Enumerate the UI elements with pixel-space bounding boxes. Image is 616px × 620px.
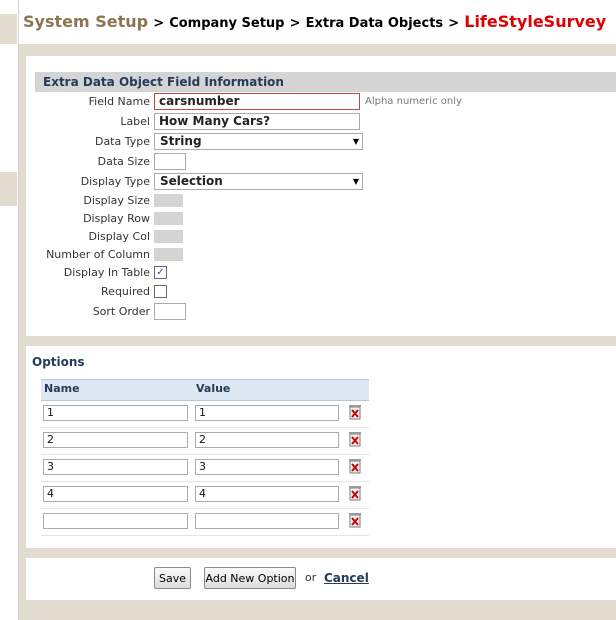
label-label: Label	[120, 115, 150, 128]
option-name-input[interactable]	[43, 513, 188, 529]
display-size-input-disabled	[154, 194, 183, 207]
add-new-option-button[interactable]: Add New Option	[204, 567, 296, 589]
chevron-down-icon: ▼	[352, 177, 359, 186]
data-type-value: String	[160, 134, 202, 148]
column-header-name: Name	[44, 382, 80, 395]
required-row: Required	[26, 283, 616, 303]
option-value-input[interactable]: 3	[195, 459, 339, 475]
option-value-input[interactable]	[195, 513, 339, 529]
data-type-row: Data Type String ▼	[26, 133, 616, 153]
display-col-row: Display Col	[26, 228, 616, 248]
display-type-select[interactable]: Selection ▼	[154, 173, 363, 190]
section-header: Extra Data Object Field Information	[35, 72, 616, 92]
left-nav-tab[interactable]	[0, 172, 17, 206]
display-col-input-disabled	[154, 230, 183, 243]
options-panel: Options Name Value 1 1 2 2 3 3 4 4	[26, 346, 616, 548]
data-size-input[interactable]	[154, 153, 186, 170]
sort-order-row: Sort Order	[26, 303, 616, 323]
label-input[interactable]: How Many Cars?	[154, 113, 360, 130]
delete-icon[interactable]	[348, 512, 362, 528]
save-button[interactable]: Save	[154, 567, 191, 589]
breadcrumb-separator: >	[153, 16, 165, 31]
breadcrumb-company-setup[interactable]: Company Setup	[169, 16, 284, 31]
display-row-label: Display Row	[83, 212, 150, 225]
option-value-input[interactable]: 2	[195, 432, 339, 448]
number-of-column-label: Number of Column	[46, 248, 150, 261]
display-size-label: Display Size	[83, 194, 150, 207]
chevron-down-icon: ▼	[352, 137, 359, 146]
cancel-link[interactable]: Cancel	[324, 571, 369, 585]
main-content: System Setup > Company Setup > Extra Dat…	[19, 0, 616, 620]
checkmark-icon: ✓	[156, 267, 165, 278]
field-info-panel: Extra Data Object Field Information Fiel…	[26, 56, 616, 336]
left-nav-tab[interactable]	[0, 14, 17, 44]
breadcrumb-separator: >	[289, 16, 301, 31]
breadcrumb-separator: >	[448, 16, 460, 31]
option-name-input[interactable]: 4	[43, 486, 188, 502]
option-row	[41, 508, 369, 536]
display-type-label: Display Type	[80, 175, 150, 188]
display-row-row: Display Row	[26, 210, 616, 230]
option-name-input[interactable]: 3	[43, 459, 188, 475]
display-row-input-disabled	[154, 212, 183, 225]
display-size-row: Display Size	[26, 192, 616, 212]
delete-icon[interactable]	[348, 404, 362, 420]
label-row: Label How Many Cars?	[26, 113, 616, 133]
sort-order-label: Sort Order	[92, 305, 150, 318]
required-label: Required	[101, 285, 150, 298]
left-nav-strip	[0, 0, 19, 620]
delete-icon[interactable]	[348, 431, 362, 447]
display-col-label: Display Col	[88, 230, 150, 243]
data-size-row: Data Size	[26, 153, 616, 173]
breadcrumb-system-setup[interactable]: System Setup	[23, 12, 148, 31]
delete-icon[interactable]	[348, 485, 362, 501]
option-value-input[interactable]: 4	[195, 486, 339, 502]
number-of-column-row: Number of Column	[26, 246, 616, 266]
option-name-input[interactable]: 2	[43, 432, 188, 448]
sort-order-input[interactable]	[154, 303, 186, 320]
option-row: 4 4	[41, 481, 369, 509]
breadcrumb: System Setup > Company Setup > Extra Dat…	[19, 0, 616, 44]
field-name-input[interactable]: carsnumber	[154, 93, 360, 110]
column-header-value: Value	[196, 382, 231, 395]
option-value-input[interactable]: 1	[195, 405, 339, 421]
option-row: 3 3	[41, 454, 369, 482]
delete-icon[interactable]	[348, 458, 362, 474]
field-name-label: Field Name	[88, 95, 150, 108]
option-row: 1 1	[41, 400, 369, 428]
display-in-table-row: Display In Table ✓	[26, 264, 616, 284]
breadcrumb-trail: System Setup > Company Setup > Extra Dat…	[23, 12, 606, 31]
data-size-label: Data Size	[97, 155, 150, 168]
or-text: or	[305, 571, 317, 584]
display-type-value: Selection	[160, 174, 223, 188]
actions-panel: Save Add New Option or Cancel	[26, 558, 616, 600]
display-type-row: Display Type Selection ▼	[26, 173, 616, 193]
required-checkbox[interactable]	[154, 285, 167, 298]
option-name-input[interactable]: 1	[43, 405, 188, 421]
number-of-column-input-disabled	[154, 248, 183, 261]
data-type-label: Data Type	[94, 135, 150, 148]
display-in-table-checkbox[interactable]: ✓	[154, 266, 167, 279]
data-type-select[interactable]: String ▼	[154, 133, 363, 150]
options-table-header: Name Value	[41, 379, 369, 401]
field-name-hint: Alpha numeric only	[365, 96, 462, 107]
option-row: 2 2	[41, 427, 369, 455]
breadcrumb-current-page: LifeStyleSurvey	[464, 12, 607, 31]
display-in-table-label: Display In Table	[63, 266, 150, 279]
breadcrumb-extra-data-objects[interactable]: Extra Data Objects	[306, 16, 444, 31]
field-name-row: Field Name carsnumber Alpha numeric only	[26, 93, 616, 113]
options-title: Options	[32, 355, 85, 369]
